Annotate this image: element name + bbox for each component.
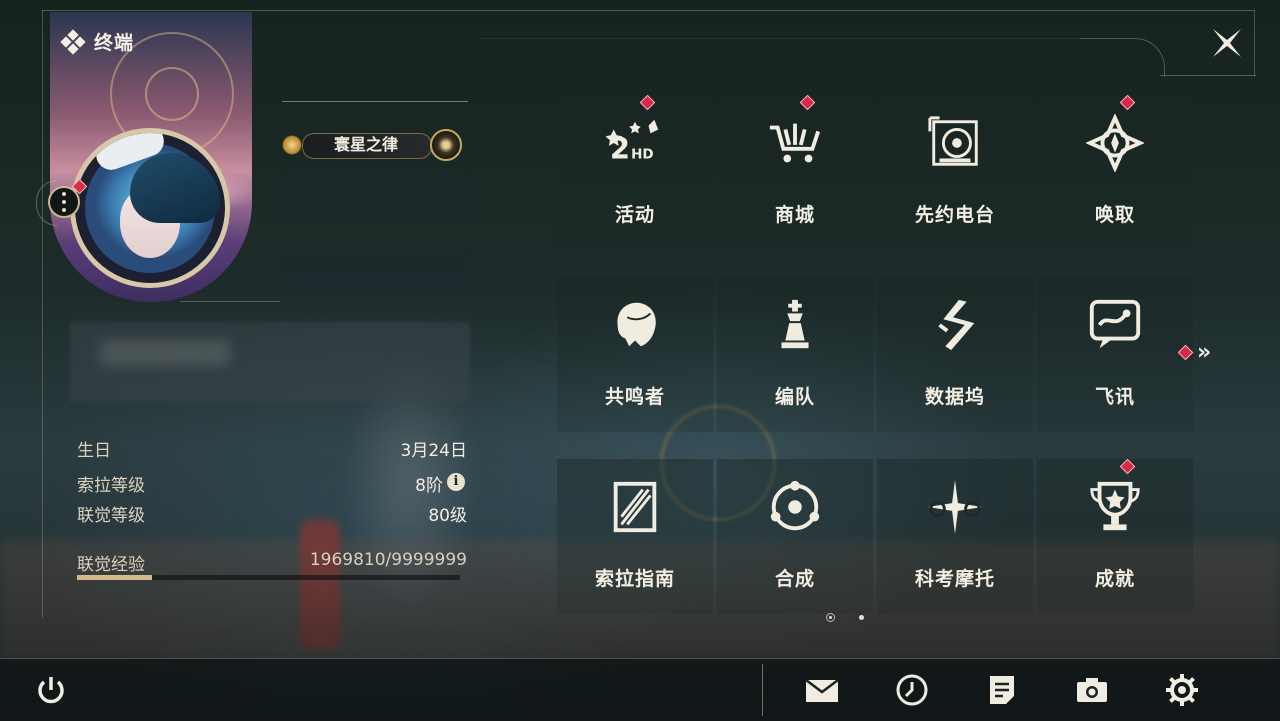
power-button[interactable] [31, 670, 71, 710]
message-chat-icon [1085, 295, 1145, 355]
trophy-icon [1085, 477, 1145, 537]
mail-button[interactable] [802, 670, 842, 710]
menu-tile-label: 编队 [774, 386, 815, 408]
close-button[interactable] [1210, 26, 1244, 60]
stat-value: 8阶 [415, 476, 443, 496]
exp-progress-fill [77, 575, 153, 580]
notice-icon [990, 676, 1014, 704]
page-dot-active[interactable] [826, 613, 835, 622]
redacted-block [282, 174, 468, 212]
alert-dot-icon [1177, 344, 1194, 361]
title-badge[interactable]: 寰星之律 [282, 129, 466, 161]
resonator-head-icon [605, 295, 665, 355]
menu-tile-label: 唤取 [1094, 204, 1135, 226]
page-dot[interactable] [859, 615, 864, 620]
stat-value: 80级 [428, 506, 467, 526]
next-page-button[interactable]: » [1177, 340, 1211, 365]
settings-gear-icon [1166, 674, 1198, 706]
svg-text:HD: HD [631, 146, 654, 162]
stat-label: 联觉等级 [77, 506, 145, 526]
frame-line-corner [1160, 75, 1256, 76]
clock-button[interactable] [892, 670, 932, 710]
page-indicator [826, 613, 864, 622]
menu-tile-label: 活动 [614, 204, 655, 226]
badge-title: 寰星之律 [333, 135, 398, 154]
menu-tile-shop[interactable]: 商城 [715, 94, 875, 265]
power-icon [38, 677, 64, 704]
divider [180, 301, 280, 302]
shop-cart-icon [765, 113, 825, 173]
mail-icon [805, 679, 839, 702]
exp-value: 1969810/9999999 [309, 550, 467, 570]
frame-line-left [42, 10, 43, 618]
frame-line-right [1254, 10, 1255, 76]
frame-line-top [42, 10, 1255, 11]
background-character-ribbon [300, 520, 340, 650]
menu-tile-label: 索拉指南 [594, 568, 675, 590]
redacted-signature [100, 340, 230, 366]
menu-tile-label: 成就 [1094, 568, 1135, 590]
stat-value: 3月24日 [400, 441, 467, 461]
clock-icon [896, 674, 928, 706]
menu-tile-label: 合成 [774, 568, 815, 590]
info-icon[interactable]: i [447, 473, 465, 491]
menu-tile-label: 商城 [774, 204, 815, 226]
databank-icon [925, 295, 985, 355]
avatar-hat [130, 153, 220, 223]
panel-title: 终端 [94, 32, 135, 54]
menu-tile-motorbike[interactable]: 科考摩托 [875, 459, 1035, 629]
menu-tile-label: 飞讯 [1094, 386, 1135, 408]
stat-label: 生日 [77, 441, 111, 461]
menu-tile-databank[interactable]: 数据坞 [875, 277, 1035, 447]
exp-progress-bar [77, 575, 460, 580]
menu-tile-guide[interactable]: 索拉指南 [555, 459, 715, 629]
menu-tile-resonators[interactable]: 共鸣者 [555, 277, 715, 447]
menu-tile-label: 共鸣者 [604, 386, 665, 408]
stat-label: 索拉等级 [77, 476, 145, 496]
team-chess-icon [765, 295, 825, 355]
notice-button[interactable] [982, 670, 1022, 710]
stat-row-birthday: 生日 3月24日 [77, 436, 467, 466]
menu-tile-radio[interactable]: 先约电台 [875, 95, 1035, 265]
panel-header: 终端 [60, 28, 135, 55]
name-underline [282, 101, 468, 102]
diamond-cluster-icon [60, 28, 86, 55]
redacted-block [282, 252, 468, 290]
frame-line-inner [480, 38, 1082, 39]
camera-button[interactable] [1072, 670, 1112, 710]
event-2hd-icon: 2 HD [605, 113, 665, 173]
bottom-separator [762, 664, 763, 716]
stat-row-sola-level: 索拉等级 8阶 i [77, 471, 467, 501]
menu-tile-label: 科考摩托 [914, 568, 995, 590]
menu-tile-achievements[interactable]: 成就 [1035, 458, 1195, 629]
avatar[interactable] [70, 128, 230, 288]
vertical-dots-icon [62, 190, 66, 214]
menu-tile-messages[interactable]: 飞讯 [1035, 277, 1195, 447]
profile-stats: 生日 3月24日 索拉等级 8阶 i 联觉等级 80级 [77, 436, 467, 531]
camera-icon [1077, 678, 1107, 702]
badge-medal-icon [430, 129, 462, 161]
synthesis-icon [765, 477, 825, 537]
radio-icon [925, 113, 985, 173]
menu-tile-team[interactable]: 编队 [715, 277, 875, 447]
menu-tile-synthesis[interactable]: 合成 [715, 459, 875, 629]
stat-row-union-level: 联觉等级 80级 [77, 501, 467, 531]
badge-gem-icon [282, 135, 302, 155]
summon-compass-icon [1085, 113, 1145, 173]
card-art-ring-inner [145, 67, 199, 121]
menu-tile-summon[interactable]: 唤取 [1035, 94, 1195, 265]
motorbike-icon [925, 477, 985, 537]
guide-book-icon [605, 477, 665, 537]
menu-tile-label: 先约电台 [914, 204, 995, 226]
frame-corner-curve [1080, 38, 1165, 77]
close-icon [1213, 29, 1241, 57]
menu-tile-event[interactable]: 2 HD 活动 [555, 94, 715, 265]
menu-tile-label: 数据坞 [924, 386, 985, 408]
exp-label: 联觉经验 [77, 555, 145, 575]
double-chevron-right-icon: » [1197, 340, 1211, 365]
settings-button[interactable] [1162, 670, 1202, 710]
